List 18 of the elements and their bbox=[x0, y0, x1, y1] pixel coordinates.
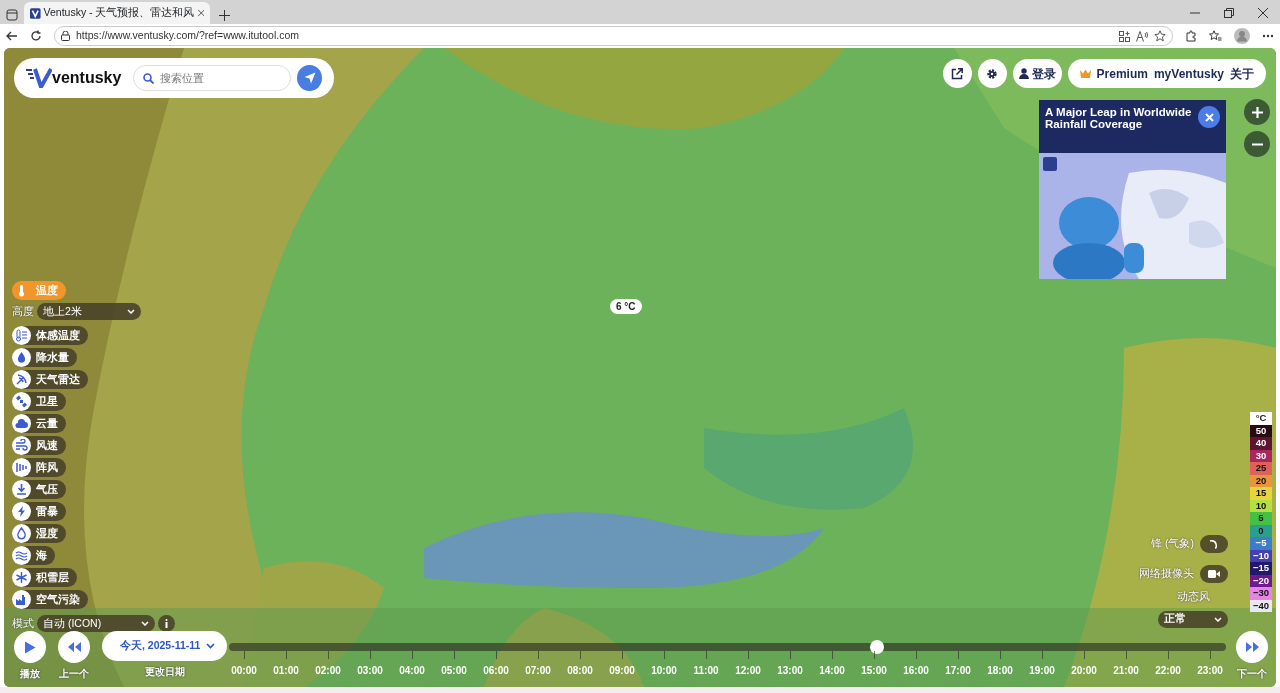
read-aloud-icon[interactable] bbox=[1136, 30, 1148, 42]
tab-title: Ventusky - 天气预报、雷达和风 bbox=[43, 5, 195, 21]
new-tab-icon[interactable] bbox=[219, 10, 230, 21]
back-icon[interactable] bbox=[6, 30, 18, 42]
close-icon[interactable] bbox=[1258, 8, 1268, 18]
apps-icon[interactable] bbox=[1119, 30, 1130, 42]
browser-tab[interactable]: Ventusky - 天气预报、雷达和风 bbox=[24, 2, 210, 24]
more-icon[interactable] bbox=[1262, 34, 1274, 38]
close-icon[interactable] bbox=[197, 9, 204, 17]
favorites-icon[interactable] bbox=[1209, 30, 1222, 42]
profile-icon[interactable] bbox=[1234, 28, 1250, 44]
lock-icon bbox=[61, 31, 70, 41]
star-icon[interactable] bbox=[1154, 30, 1166, 42]
extensions-icon[interactable] bbox=[1185, 30, 1197, 42]
tab-actions-icon[interactable] bbox=[6, 9, 18, 21]
v-logo-icon bbox=[30, 6, 41, 20]
restore-icon[interactable] bbox=[1224, 8, 1234, 18]
reload-icon[interactable] bbox=[30, 30, 42, 42]
